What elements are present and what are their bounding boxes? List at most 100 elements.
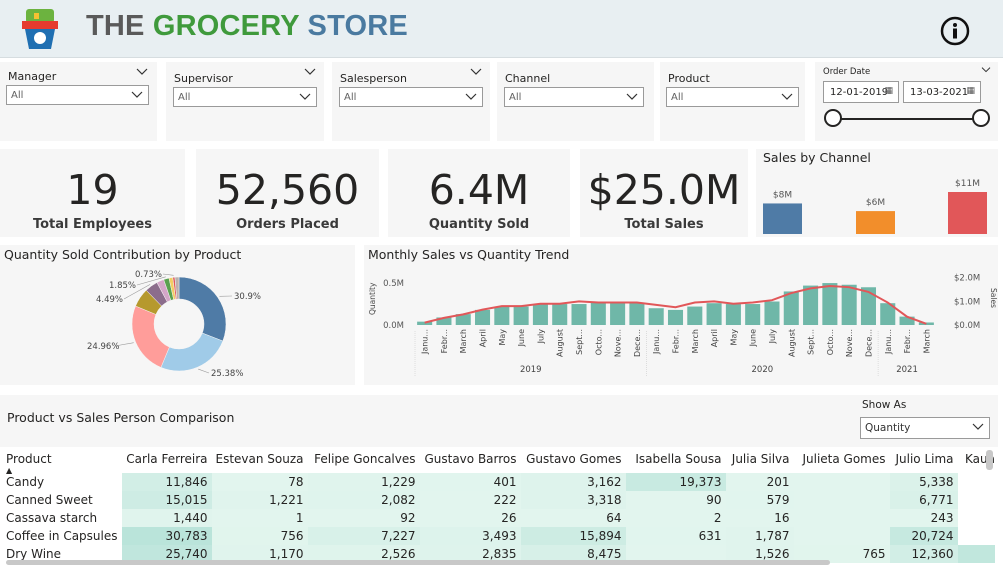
kpi-label: Total Sales xyxy=(624,217,704,232)
quantity-bar xyxy=(706,303,722,325)
quantity-bar xyxy=(725,304,741,325)
row-header-product: Candy xyxy=(0,473,122,491)
quantity-bar xyxy=(687,306,703,325)
chevron-down-icon[interactable] xyxy=(304,67,316,77)
channel-bar-label: $11M xyxy=(955,179,980,189)
supervisor-dropdown[interactable]: All xyxy=(173,87,317,107)
channel-bar-label: $8M xyxy=(773,190,792,200)
quantity-bar xyxy=(841,284,857,325)
calendar-icon[interactable]: ▦ xyxy=(966,86,975,96)
info-circle-icon[interactable] xyxy=(940,16,970,46)
quantity-bar xyxy=(648,308,664,325)
y-axis-label: Quantity xyxy=(368,282,377,315)
column-header-salesperson[interactable]: Estevan Souza xyxy=(212,445,308,473)
x-tick-label: August xyxy=(787,329,796,357)
end-date-input[interactable]: 13-03-2021 ▦ xyxy=(903,81,981,103)
cell-value: 201 xyxy=(725,473,794,491)
quantity-bar xyxy=(532,304,548,325)
x-tick-label: May xyxy=(729,329,738,346)
manager-dropdown[interactable]: All xyxy=(6,85,149,105)
grocery-basket-logo xyxy=(20,7,60,51)
kpi-value: 19 xyxy=(66,166,119,214)
slicer-manager: Manager All xyxy=(0,62,157,141)
x-tick-label: Dece... xyxy=(864,329,873,357)
slicer-label: Channel xyxy=(505,72,551,85)
donut-slice-label: 1.85% xyxy=(109,281,136,291)
column-header-salesperson[interactable]: Julio Lima xyxy=(890,445,958,473)
column-header-salesperson[interactable]: Gustavo Gomes xyxy=(521,445,626,473)
year-label: 2021 xyxy=(896,365,918,375)
column-header-salesperson[interactable]: Carla Ferreira xyxy=(122,445,212,473)
donut-slice-label: 30.9% xyxy=(234,292,261,302)
column-header-product[interactable]: Product xyxy=(0,445,122,473)
cell-value: 30,783 xyxy=(121,527,212,545)
vertical-scrollbar[interactable] xyxy=(986,450,993,470)
chevron-down-icon xyxy=(131,91,143,98)
slicer-label: Order Date xyxy=(823,67,871,77)
chevron-down-icon[interactable] xyxy=(981,66,991,74)
cell-value: 78 xyxy=(211,473,308,491)
cell-value: 26 xyxy=(419,509,521,527)
cell-value: 2 xyxy=(625,509,726,527)
show-as-dropdown[interactable]: Quantity xyxy=(860,417,990,439)
x-tick-label: June xyxy=(517,329,526,348)
cell-value: 1,440 xyxy=(121,509,212,527)
donut-slice xyxy=(131,305,170,368)
slicer-label: Supervisor xyxy=(174,72,233,85)
range-end-handle[interactable] xyxy=(972,109,990,127)
product-contribution-chart: Quantity Sold Contribution by Product 30… xyxy=(0,245,355,385)
slicer-label: Manager xyxy=(8,70,57,83)
channel-bar-label: $6M xyxy=(866,198,885,208)
column-header-salesperson[interactable]: Isabella Sousa xyxy=(626,445,726,473)
kpi-label: Orders Placed xyxy=(236,217,339,232)
column-header-salesperson[interactable]: Julieta Gomes xyxy=(794,445,890,473)
cell-value: 1 xyxy=(211,509,308,527)
quantity-bar xyxy=(803,285,819,325)
cell-value: 401 xyxy=(419,473,521,491)
x-tick-label: Sept... xyxy=(575,329,584,355)
channel-dropdown[interactable]: All xyxy=(504,87,644,107)
salesperson-dropdown[interactable]: All xyxy=(339,87,483,107)
x-tick-label: March xyxy=(922,329,931,353)
chevron-down-icon xyxy=(299,93,311,100)
quantity-bar xyxy=(610,303,626,325)
chevron-down-icon xyxy=(781,93,793,100)
cell-value xyxy=(793,491,890,509)
quantity-bar xyxy=(822,283,838,325)
slicer-label: Product xyxy=(668,72,710,85)
show-as-label: Show As xyxy=(862,399,907,411)
cell-value xyxy=(957,491,995,509)
y2-tick-label: $2.0M xyxy=(954,274,980,284)
column-header-salesperson[interactable]: Gustavo Barros xyxy=(420,445,521,473)
column-header-salesperson[interactable]: Julia Silva xyxy=(726,445,794,473)
start-date-input[interactable]: 12-01-2019 ▦ xyxy=(823,81,899,103)
horizontal-scrollbar[interactable] xyxy=(6,560,830,565)
product-dropdown[interactable]: All xyxy=(666,87,799,107)
cell-value: 92 xyxy=(307,509,420,527)
cell-value: 64 xyxy=(520,509,626,527)
chevron-down-icon[interactable] xyxy=(470,67,482,77)
cell-value xyxy=(957,527,995,545)
cell-value: 243 xyxy=(889,509,958,527)
quantity-bar xyxy=(571,304,587,325)
y-tick-label: 0.0M xyxy=(383,321,404,331)
dropdown-value: All xyxy=(178,92,191,103)
cell-value: 3,162 xyxy=(520,473,626,491)
column-header-salesperson[interactable]: Felipe Goncalves xyxy=(308,445,420,473)
y2-tick-label: $0.0M xyxy=(954,321,980,331)
cell-value: 90 xyxy=(625,491,726,509)
donut-slice xyxy=(160,332,224,372)
chevron-down-icon[interactable] xyxy=(136,67,148,77)
range-start-handle[interactable] xyxy=(824,109,842,127)
donut-chart: 30.9% 25.38% 24.96% 4.49% 1.85%0.73% xyxy=(87,270,261,379)
x-tick-label: July xyxy=(536,329,545,345)
donut-slice-label: 4.49% xyxy=(96,295,123,305)
x-tick-label: April xyxy=(479,329,488,347)
sales-by-channel-chart: Sales by Channel $8M $6M $11M xyxy=(756,149,998,237)
calendar-icon[interactable]: ▦ xyxy=(884,86,893,96)
table-row: Candy 11,846 78 1,229 401 3,162 19,373 201 5,338 xyxy=(0,473,995,491)
end-date-value: 13-03-2021 xyxy=(910,87,969,98)
cell-value: 1,787 xyxy=(725,527,794,545)
sort-ascending-icon[interactable]: ▲ xyxy=(6,466,12,475)
dropdown-value: All xyxy=(11,90,24,101)
